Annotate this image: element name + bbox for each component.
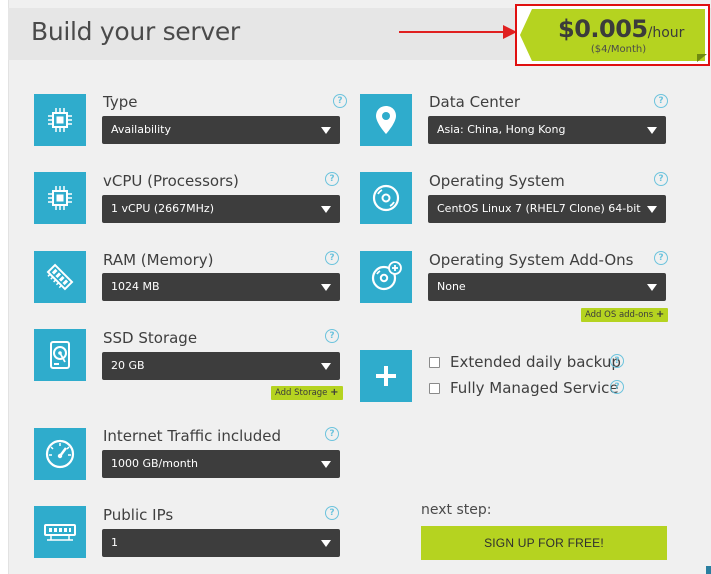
datacenter-select-caret-icon — [647, 127, 657, 134]
os-label: Operating System — [429, 172, 565, 190]
os-addons-select-caret-icon — [647, 284, 657, 291]
os-addons-help-icon[interactable]: ? — [654, 251, 668, 265]
datacenter-label: Data Center — [429, 93, 521, 111]
ram-select-value: 1024 MB — [111, 280, 160, 293]
add-storage-label: Add Storage — [275, 388, 328, 398]
ssd-harddrive-icon — [34, 329, 86, 381]
ssd-help-icon[interactable]: ? — [325, 329, 339, 343]
type-select[interactable]: Availability — [102, 116, 340, 144]
vcpu-select-caret-icon — [321, 206, 331, 213]
extras-plus-icon — [360, 350, 412, 402]
datacenter-help-icon[interactable]: ? — [654, 94, 668, 108]
traffic-speedometer-icon — [34, 428, 86, 480]
add-os-addons-button[interactable]: Add OS add-ons + — [581, 308, 669, 322]
os-addons-label: Operating System Add-Ons — [429, 251, 634, 269]
type-label: Type — [103, 93, 138, 111]
type-select-value: Availability — [111, 123, 171, 136]
managed-help-icon[interactable]: ? — [610, 380, 624, 394]
ram-help-icon[interactable]: ? — [325, 251, 339, 265]
vcpu-chip-icon — [34, 172, 86, 224]
traffic-select-value: 1000 GB/month — [111, 457, 198, 470]
price-highlight-box: $0.005/hour ($4/Month) — [515, 4, 710, 66]
traffic-label: Internet Traffic included — [103, 427, 282, 445]
ssd-label: SSD Storage — [103, 329, 198, 347]
ram-select[interactable]: 1024 MB — [102, 273, 340, 301]
ips-select-value: 1 — [111, 536, 118, 549]
os-addons-select-value: None — [437, 280, 466, 293]
add-os-addons-plus-icon: + — [655, 309, 665, 320]
price-unit: /hour — [647, 25, 685, 41]
os-select[interactable]: CentOS Linux 7 (RHEL7 Clone) 64-bit — [428, 195, 666, 223]
traffic-help-icon[interactable]: ? — [325, 427, 339, 441]
ssd-select-value: 20 GB — [111, 359, 145, 372]
vcpu-help-icon[interactable]: ? — [325, 172, 339, 186]
os-help-icon[interactable]: ? — [654, 172, 668, 186]
backup-option[interactable]: Extended daily backup — [429, 353, 621, 371]
managed-checkbox[interactable] — [429, 382, 440, 394]
os-select-caret-icon — [647, 206, 657, 213]
ips-select-caret-icon — [321, 540, 331, 547]
add-os-addons-label: Add OS add-ons — [585, 310, 654, 320]
backup-checkbox[interactable] — [429, 356, 440, 368]
ram-select-caret-icon — [321, 284, 331, 291]
add-storage-plus-icon: + — [330, 387, 339, 398]
vcpu-select[interactable]: 1 vCPU (2667MHz) — [102, 195, 340, 223]
os-addons-select[interactable]: None — [428, 273, 666, 301]
price-main: $0.005/hour — [558, 15, 684, 43]
ssd-select-caret-icon — [321, 363, 331, 370]
ram-memory-icon — [34, 251, 86, 303]
managed-label: Fully Managed Service — [450, 379, 619, 397]
ips-label: Public IPs — [103, 506, 174, 524]
type-chip-icon — [34, 94, 86, 146]
backup-help-icon[interactable]: ? — [610, 354, 624, 368]
managed-option[interactable]: Fully Managed Service — [429, 379, 619, 397]
ips-help-icon[interactable]: ? — [325, 506, 339, 520]
datacenter-select-value: Asia: China, Hong Kong — [437, 123, 566, 136]
traffic-select[interactable]: 1000 GB/month — [102, 450, 340, 478]
edge-decoration — [706, 566, 711, 574]
annotation-arrow-line — [399, 31, 507, 33]
os-addons-disc-plus-icon — [360, 251, 412, 303]
vcpu-label: vCPU (Processors) — [103, 172, 239, 190]
type-select-caret-icon — [321, 127, 331, 134]
signup-button[interactable]: SIGN UP FOR FREE! — [421, 526, 667, 560]
next-step-label: next step: — [421, 502, 492, 518]
datacenter-select[interactable]: Asia: China, Hong Kong — [428, 116, 666, 144]
page-title: Build your server — [31, 17, 240, 46]
traffic-select-caret-icon — [321, 461, 331, 468]
ips-select[interactable]: 1 — [102, 529, 340, 557]
ssd-select[interactable]: 20 GB — [102, 352, 340, 380]
price-tag: $0.005/hour ($4/Month) — [520, 9, 705, 61]
os-select-value: CentOS Linux 7 (RHEL7 Clone) 64-bit — [437, 202, 641, 215]
ram-label: RAM (Memory) — [103, 251, 214, 269]
add-storage-button[interactable]: Add Storage + — [271, 386, 343, 400]
datacenter-location-icon — [360, 94, 412, 146]
backup-label: Extended daily backup — [450, 353, 621, 371]
price-monthly: ($4/Month) — [590, 44, 647, 55]
price-amount: $0.005 — [558, 15, 648, 43]
type-help-icon[interactable]: ? — [333, 94, 347, 108]
vcpu-select-value: 1 vCPU (2667MHz) — [111, 202, 214, 215]
os-disc-icon — [360, 172, 412, 224]
public-ip-icon — [34, 506, 86, 558]
